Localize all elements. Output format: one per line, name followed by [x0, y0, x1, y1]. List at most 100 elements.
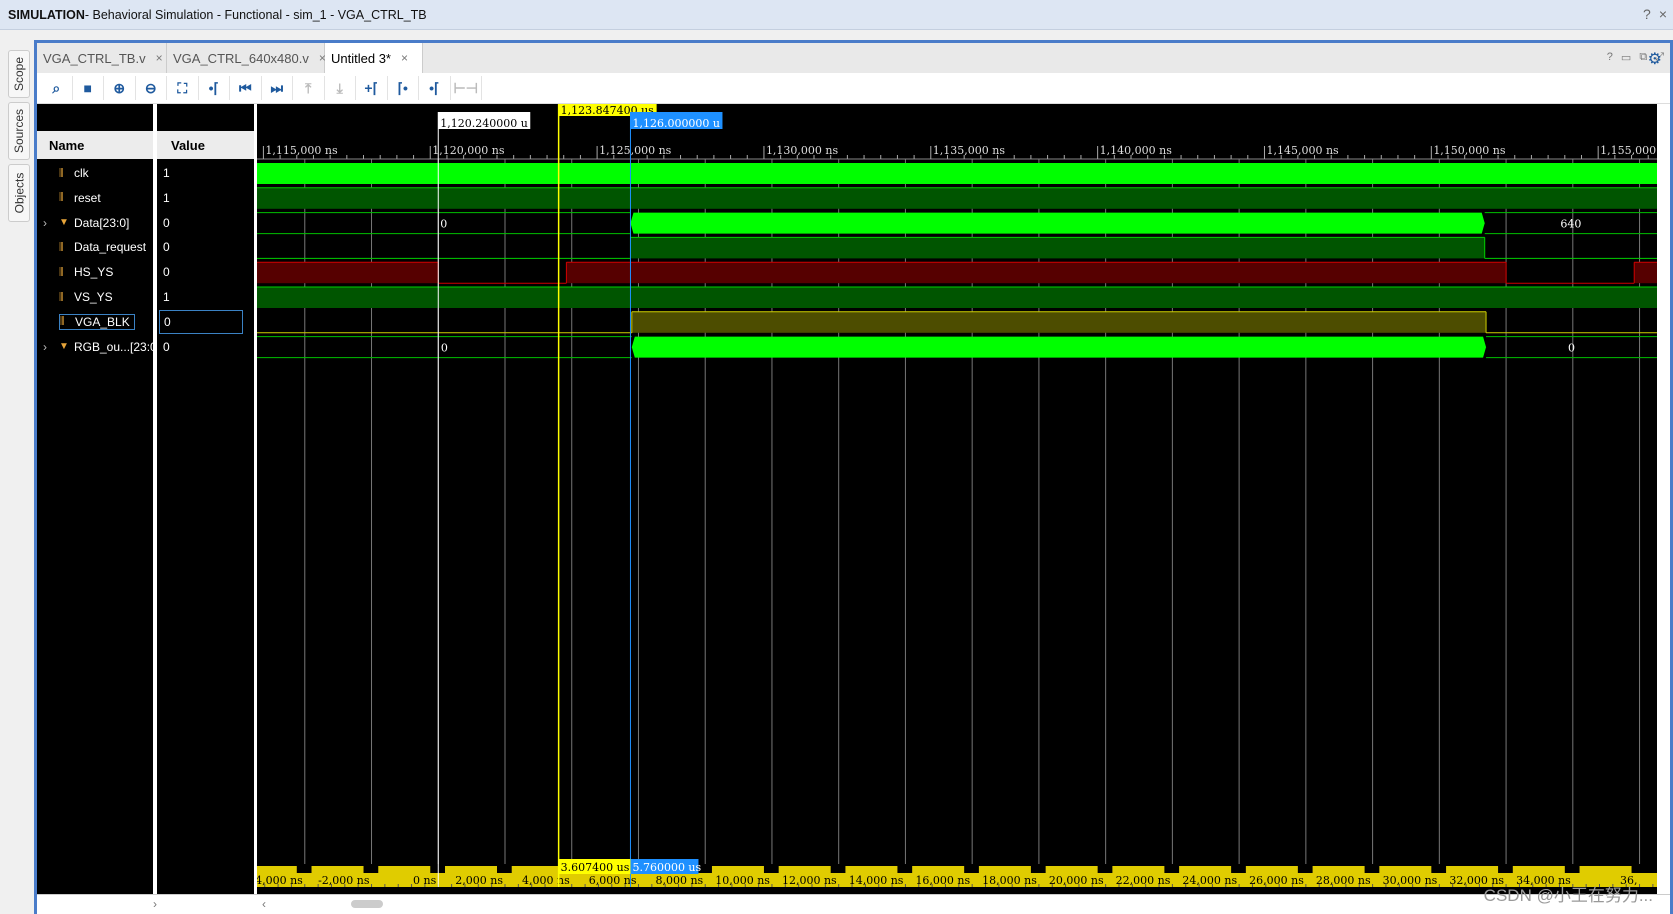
restore-icon[interactable]: ⧉: [1639, 51, 1647, 64]
scroll-thumb[interactable]: [351, 900, 383, 908]
scroll-right-icon[interactable]: ›: [153, 897, 157, 911]
signal-row-vs-ys[interactable]: ⫼ VS_YS: [37, 285, 153, 309]
previous-marker-icon[interactable]: ⌈•: [388, 76, 419, 100]
bottom-ruler-label: 18,000 ns: [982, 874, 1037, 887]
bit-signal-icon: ⫼: [59, 241, 64, 253]
signal-name: RGB_ou...[23:0]: [74, 339, 161, 354]
bit-signal-icon: ⫼: [59, 291, 64, 303]
signal-row-clk[interactable]: ⫼ clk: [37, 161, 153, 185]
zoom-out-icon[interactable]: ⊖: [136, 76, 167, 100]
waveform-high: [566, 262, 1507, 284]
side-tab-label: Sources: [12, 108, 26, 154]
side-tab-objects[interactable]: Objects: [8, 164, 30, 222]
minimize-icon[interactable]: ▭: [1621, 51, 1631, 64]
signal-row-rgb-ou-23-0-[interactable]: › ▼ RGB_ou...[23:0]: [37, 335, 160, 359]
gear-icon[interactable]: ⚙: [1648, 49, 1662, 69]
horizontal-scrollbar[interactable]: › ‹: [37, 894, 1670, 914]
tab-2[interactable]: Untitled 3* ×: [325, 43, 423, 73]
add-marker-icon[interactable]: +⌈: [356, 76, 388, 100]
go-to-cursor-icon[interactable]: •⌈: [199, 76, 230, 100]
close-icon[interactable]: ×: [1659, 6, 1667, 22]
bottom-ruler-tab: [444, 866, 497, 874]
waveform-content: Name ⫼ clk ⫼ reset › ▼ Data[23:0] ⫼ Data_request…: [37, 104, 1670, 914]
bit-signal-icon: ⫼: [59, 167, 64, 179]
timescale-label: 1,115,000 ns: [265, 144, 338, 157]
waveform-window: VGA_CTRL_TB.v × VGA_CTRL_640x480.v × Untitle…: [34, 40, 1673, 914]
signal-name: clk: [74, 166, 89, 180]
waveform-high: [257, 287, 1657, 308]
bottom-ruler-label: 10,000 ns: [715, 874, 770, 887]
signal-row-hs-ys[interactable]: ⫼ HS_YS: [37, 260, 153, 284]
expand-chevron-icon[interactable]: ›: [43, 340, 47, 354]
bottom-ruler-tab: [378, 866, 431, 874]
signal-value: 0: [163, 240, 170, 255]
go-to-time-zero-icon[interactable]: ⏮: [230, 76, 262, 100]
waveform-high: [631, 311, 1487, 333]
bottom-ruler-tab: [1245, 866, 1298, 874]
bottom-ruler-label: 16,000 ns: [915, 874, 970, 887]
close-tab-icon[interactable]: ×: [401, 51, 408, 65]
search-icon[interactable]: ⌕: [41, 76, 73, 100]
swap-cursors-icon[interactable]: ⊢⊣: [451, 76, 482, 100]
zoom-in-icon[interactable]: ⊕: [104, 76, 136, 100]
bottom-ruler-tab: [1379, 866, 1432, 874]
save-icon[interactable]: ■: [73, 76, 104, 100]
next-transition-icon[interactable]: ⤓: [325, 76, 356, 100]
tab-0[interactable]: VGA_CTRL_TB.v ×: [37, 43, 167, 73]
timescale-label: 1,120,000 ns: [432, 144, 505, 157]
side-tab-sources[interactable]: Sources: [8, 102, 30, 160]
signal-row-data-request[interactable]: ⫼ Data_request: [37, 235, 153, 259]
close-tab-icon[interactable]: ×: [156, 51, 163, 65]
title-text: - Behavioral Simulation - Functional - s…: [84, 7, 427, 22]
timescale-label: 1,150,000 ns: [1433, 144, 1506, 157]
timescale-label: 1,135,000 ns: [933, 144, 1006, 157]
editor-tabs: VGA_CTRL_TB.v × VGA_CTRL_640x480.v × Untitle…: [37, 43, 1670, 73]
side-tab-scope[interactable]: Scope: [8, 50, 30, 98]
bottom-ruler-label: 14,000 ns: [849, 874, 904, 887]
bottom-ruler-tab: [1179, 866, 1232, 874]
tab-1[interactable]: VGA_CTRL_640x480.v ×: [167, 43, 326, 73]
bottom-ruler-label: 6,000 ns: [589, 874, 637, 887]
bus-signal-icon: ▼: [59, 217, 69, 229]
bottom-ruler-label: 28,000 ns: [1316, 874, 1371, 887]
bottom-ruler-label: 22,000 ns: [1116, 874, 1171, 887]
signal-row-reset[interactable]: ⫼ reset: [37, 186, 153, 210]
value-header[interactable]: Value: [157, 131, 254, 159]
next-marker-icon[interactable]: •⌈: [419, 76, 451, 100]
waveform-canvas[interactable]: 1,115,000 ns 1,120,000 ns 1,125,000 ns 1,13…: [257, 104, 1657, 894]
scroll-left-icon[interactable]: ‹: [262, 897, 266, 911]
bottom-ruler-tab: [511, 866, 564, 874]
signal-value: 0: [163, 339, 170, 354]
tab-label: VGA_CTRL_640x480.v: [173, 50, 309, 66]
bus-signal-icon: ▼: [59, 341, 69, 353]
help-icon[interactable]: ?: [1607, 51, 1613, 64]
marker-2-label: 1,126.000000 u: [632, 117, 720, 130]
bottom-ruler-tab: [1512, 866, 1565, 874]
signal-row-data-23-0-[interactable]: › ▼ Data[23:0]: [37, 211, 153, 235]
bottom-ruler-label: -2,000 ns: [318, 874, 370, 887]
bottom-ruler-tab: [311, 866, 364, 874]
expand-chevron-icon[interactable]: ›: [43, 216, 47, 230]
title-mode: SIMULATION: [8, 7, 85, 22]
tab-label: Untitled 3*: [331, 50, 391, 66]
help-icon[interactable]: ?: [1643, 6, 1651, 22]
bottom-ruler-tab: [1112, 866, 1165, 874]
bus-value-label: 640: [1560, 218, 1581, 231]
bus-segment: [630, 212, 1485, 234]
name-header[interactable]: Name: [37, 131, 153, 159]
side-tab-strip: Scope Sources Objects: [0, 40, 34, 914]
signal-value: 0: [159, 309, 243, 334]
waveform-high: [1634, 262, 1657, 284]
zoom-fit-icon[interactable]: ⛶: [167, 76, 199, 100]
waveform-high: [630, 237, 1485, 259]
bottom-ruler-label: 8,000 ns: [655, 874, 703, 887]
bottom-ruler-tab: [845, 866, 898, 874]
signal-name: HS_YS: [74, 265, 114, 280]
bottom-ruler-tab: [257, 866, 297, 874]
previous-transition-icon[interactable]: ⤒: [293, 76, 325, 100]
bottom-ruler-tab: [1579, 866, 1632, 874]
signal-row-vga-blk[interactable]: ⫼ VGA_BLK: [37, 310, 153, 334]
signal-value: 0: [163, 215, 170, 230]
go-to-last-time-icon[interactable]: ⏭: [262, 76, 293, 100]
waveform-toolbar: ⌕ ■ ⊕ ⊖ ⛶ •⌈ ⏮ ⏭ ⤒ ⤓ +⌈ ⌈• •⌈ ⊢⊣: [37, 73, 1670, 104]
